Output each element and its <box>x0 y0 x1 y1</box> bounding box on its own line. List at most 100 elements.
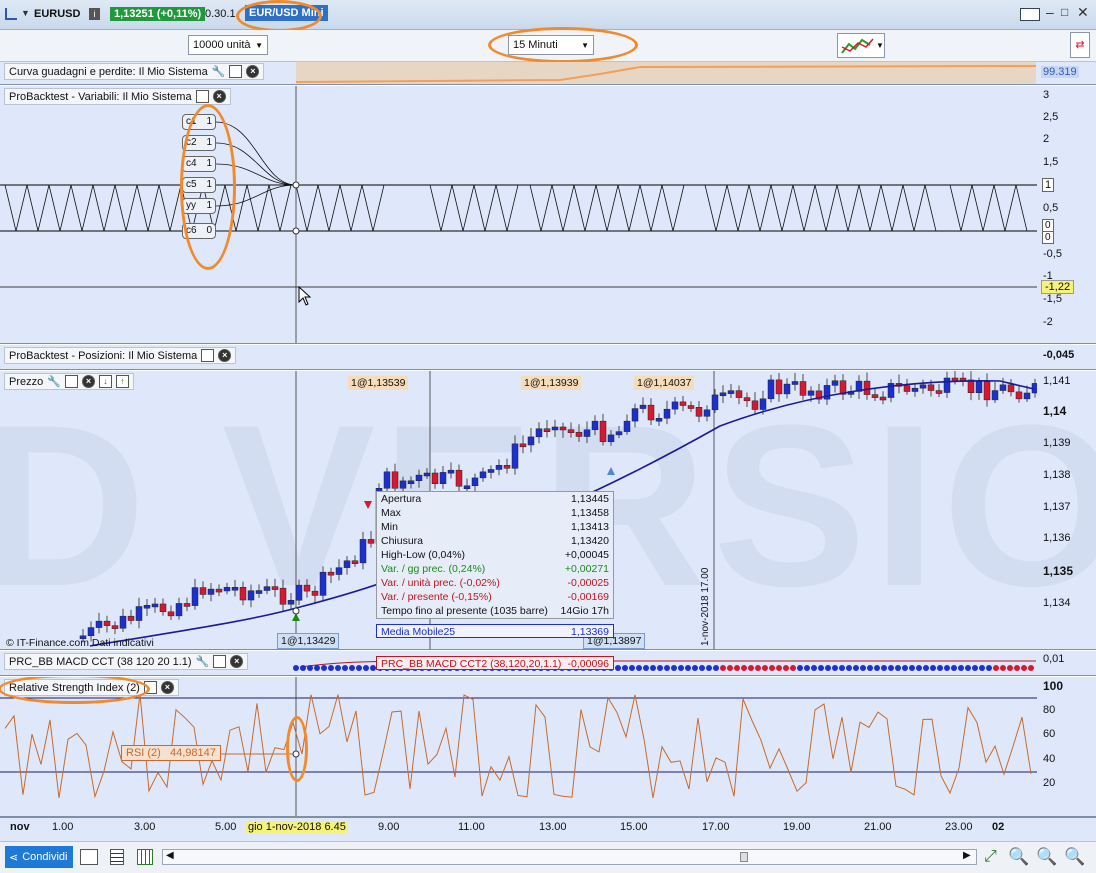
macd-dot <box>349 665 355 671</box>
macd-dot <box>881 665 887 671</box>
candlestick <box>159 603 167 613</box>
candlestick <box>263 586 271 591</box>
candlestick <box>775 379 783 395</box>
price-panel: D VERSIO Prezzo 🔧 × ↓ ↑ 1@1,13539 1@1,13… <box>0 371 1096 650</box>
scroll-left-icon[interactable]: ◀ <box>166 850 174 861</box>
candlestick <box>527 436 535 446</box>
window-icon[interactable] <box>195 90 209 103</box>
units-dropdown[interactable]: 10000 unità ▼ <box>188 35 268 55</box>
zoom-fit-icon[interactable]: ⤢ <box>984 848 997 866</box>
window-icon[interactable] <box>201 349 215 362</box>
candlestick <box>751 400 759 410</box>
close-icon[interactable]: × <box>160 681 174 694</box>
list-icon[interactable] <box>110 849 124 865</box>
variable-zigzag <box>949 184 1028 232</box>
zoom-in-icon[interactable]: 🔍 <box>1064 847 1085 867</box>
close-icon[interactable]: × <box>218 349 232 362</box>
candlestick <box>575 431 583 437</box>
candlestick <box>583 429 591 437</box>
timeframe-dropdown[interactable]: 15 Minuti ▼ <box>508 35 594 55</box>
price-y-axis: 1,141 1,14 1,139 1,138 1,137 1,136 1,135… <box>1037 371 1096 649</box>
y-tick: 2 <box>1043 133 1050 145</box>
y-label-zero: 0 <box>1042 231 1054 244</box>
vline-date-label: 1-nov-2018 17.00 <box>700 567 711 646</box>
chart-icon[interactable] <box>5 8 17 20</box>
candlestick <box>1007 384 1015 393</box>
window-icon[interactable] <box>143 681 157 694</box>
info-icon[interactable]: i <box>89 8 100 20</box>
candlestick <box>111 625 119 629</box>
macd-dot <box>902 665 908 671</box>
trade-tag: 1@1,13539 <box>348 376 409 390</box>
macd-dot <box>1021 665 1027 671</box>
positions-title: ProBacktest - Posizioni: Il Mio Sistema <box>9 349 198 362</box>
candlestick <box>535 428 543 438</box>
x-tick: 21.00 <box>864 821 892 833</box>
macd-dot <box>783 665 789 671</box>
chart-toolbar: 10000 unità ▼ 15 Minuti ▼ ▼ ⇄ <box>0 27 1096 63</box>
candlestick <box>175 603 183 617</box>
candlestick <box>295 584 303 601</box>
zoom-out-icon[interactable]: 🔍 <box>1036 847 1057 867</box>
title-bar: ▼ EURUSD i 1,13251 (+0,11%) 0.30.1 EUR/U… <box>0 0 1096 32</box>
macd-dot <box>832 665 838 671</box>
macd-dot <box>944 665 950 671</box>
ohlc-tooltip: Apertura 1,13445 Max 1,13458 Min 1,13413 Ch… <box>376 491 614 619</box>
chevron-down-icon[interactable]: ▼ <box>21 8 30 18</box>
candlestick <box>871 394 879 398</box>
scroll-right-icon[interactable]: ▶ <box>963 850 971 861</box>
candlestick <box>983 381 991 401</box>
candlestick <box>287 599 295 605</box>
window-icon[interactable] <box>213 655 227 668</box>
window-icon[interactable] <box>229 65 243 78</box>
macd-dot <box>643 665 649 671</box>
cursor-point <box>292 750 300 758</box>
chart-tools-icon[interactable] <box>80 849 98 865</box>
close-icon[interactable]: × <box>246 65 260 78</box>
maximize-icon[interactable]: □ <box>1061 5 1068 19</box>
candlestick <box>487 469 495 473</box>
trade-tag: 1@1,13939 <box>521 376 582 390</box>
close-icon[interactable]: ✕ <box>1077 4 1089 21</box>
close-icon[interactable]: × <box>230 655 244 668</box>
horizontal-scrollbar[interactable]: ◀ ▶ <box>162 849 977 865</box>
zoom-area-icon[interactable]: 🔍 <box>1008 847 1029 867</box>
rsi-y-axis: 100 80 60 40 20 <box>1037 677 1096 816</box>
indicators-button[interactable]: ▼ <box>837 33 885 58</box>
candlestick <box>191 587 199 606</box>
macd-dot <box>1000 665 1006 671</box>
wrench-icon[interactable]: 🔧 <box>212 65 226 78</box>
grid-icon[interactable] <box>137 849 153 865</box>
close-icon[interactable]: × <box>212 90 226 103</box>
cursor-point <box>292 181 300 189</box>
side-panel-icon[interactable]: ⇄ <box>1070 32 1090 58</box>
wrench-icon[interactable]: 🔧 <box>196 655 210 668</box>
x-tick: 5.00 <box>215 821 237 833</box>
close-icon[interactable]: × <box>81 375 95 388</box>
symbol-label[interactable]: EURUSD <box>34 8 80 20</box>
candlestick <box>463 485 471 490</box>
window-icon[interactable] <box>64 375 78 388</box>
candlestick <box>903 385 911 392</box>
candlestick <box>391 471 399 489</box>
macd-dot <box>321 665 327 671</box>
order-buy-icon[interactable]: ↑ <box>115 375 129 388</box>
candlestick <box>671 401 679 410</box>
macd-dot <box>839 665 845 671</box>
share-button[interactable]: ⋖ Condividi <box>5 846 73 868</box>
macd-dot <box>986 665 992 671</box>
minimize-icon[interactable]: – <box>1046 4 1054 20</box>
keyboard-icon[interactable] <box>1020 8 1040 21</box>
candlestick <box>919 384 927 389</box>
macd-dot <box>622 665 628 671</box>
wrench-icon[interactable]: 🔧 <box>47 375 61 388</box>
scroll-thumb[interactable] <box>740 852 748 862</box>
y-tick: 1,137 <box>1043 501 1071 513</box>
candlestick <box>95 620 103 628</box>
macd-dot <box>895 665 901 671</box>
candlestick <box>543 428 551 432</box>
order-sell-icon[interactable]: ↓ <box>98 375 112 388</box>
macd-dot <box>706 665 712 671</box>
candlestick <box>791 381 799 385</box>
macd-dot <box>629 665 635 671</box>
